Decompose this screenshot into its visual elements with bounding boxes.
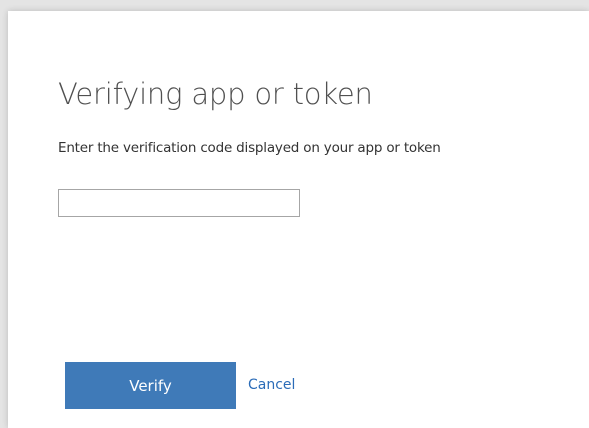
dialog-title: Verifying app or token	[58, 77, 373, 111]
verification-dialog: Verifying app or token Enter the verific…	[8, 11, 589, 428]
dialog-description: Enter the verification code displayed on…	[58, 140, 441, 156]
verify-button[interactable]: Verify	[65, 362, 236, 409]
verification-code-input[interactable]	[58, 189, 300, 217]
cancel-link[interactable]: Cancel	[248, 377, 295, 393]
